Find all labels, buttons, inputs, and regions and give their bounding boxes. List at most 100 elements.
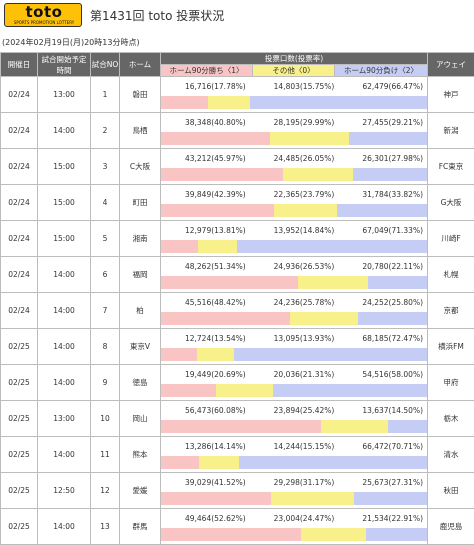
cell-home-team[interactable]: 徳島 [120,365,161,401]
cell-home-team[interactable]: 磐田 [120,77,161,113]
home-win-votes: 13,286(14.14%) [161,442,250,451]
home-lose-bar [234,348,427,361]
home-win-votes: 48,262(51.34%) [161,262,250,271]
cell-date: 02/24 [1,185,38,221]
draw-bar [270,132,350,145]
draw-votes: 29,298(31.17%) [250,478,339,487]
home-lose-votes: 13,637(14.50%) [338,406,427,415]
home-lose-bar [273,384,427,397]
home-lose-votes: 21,534(22.91%) [338,514,427,523]
cell-away-team[interactable]: 甲府 [428,365,474,401]
cell-match-no: 7 [91,293,120,329]
draw-bar [208,96,250,109]
cell-kickoff: 15:00 [38,185,91,221]
cell-date: 02/24 [1,257,38,293]
home-win-votes: 43,212(45.97%) [161,154,250,163]
header-date: 開催日 [1,53,38,77]
cell-kickoff: 13:00 [38,401,91,437]
cell-home-team[interactable]: 岡山 [120,401,161,437]
table-row: 02/2514:0013群馬49,464(52.62%)23,004(24.47… [1,509,474,545]
cell-home-team[interactable]: C大阪 [120,149,161,185]
home-lose-votes: 26,301(27.98%) [338,154,427,163]
cell-home-team[interactable]: 湘南 [120,221,161,257]
draw-votes: 20,036(21.31%) [250,370,339,379]
home-win-votes: 39,849(42.39%) [161,190,250,199]
home-lose-bar [388,420,427,433]
cell-home-team[interactable]: 鳥栖 [120,113,161,149]
home-win-bar [161,384,216,397]
cell-home-team[interactable]: 東京V [120,329,161,365]
table-body: 02/24 13:00 1磐田16,716(17.78%)14,803(15.75%… [1,77,474,545]
cell-vote-share: 19,449(20.69%)20,036(21.31%)54,516(58.00… [161,365,428,401]
cell-match-no: 12 [91,473,120,509]
vote-share-bar [161,132,427,145]
home-lose-votes: 62,479(66.47%) [338,82,427,91]
cell-date: 02/25 [1,473,38,509]
vote-share-values: 49,464(52.62%)23,004(24.47%)21,534(22.91… [161,509,427,528]
cell-vote-share: 39,029(41.52%)29,298(31.17%)25,673(27.31… [161,473,428,509]
cell-away-team[interactable]: 川崎F [428,221,474,257]
home-win-votes: 12,979(13.81%) [161,226,250,235]
cell-home-team[interactable]: 群馬 [120,509,161,545]
home-win-bar [161,204,274,217]
home-lose-votes: 66,472(70.71%) [338,442,427,451]
home-win-votes: 45,516(48.42%) [161,298,250,307]
table-row: 02/2414:007柏45,516(48.42%)24,236(25.78%)… [1,293,474,329]
cell-away-team[interactable]: 横浜FM [428,329,474,365]
cell-away-team[interactable]: 神戸 [428,77,474,113]
home-win-bar [161,132,270,145]
cell-match-no: 13 [91,509,120,545]
cell-vote-share: 39,849(42.39%)22,365(23.79%)31,784(33.82… [161,185,428,221]
home-lose-bar [337,204,427,217]
draw-votes: 23,004(24.47%) [250,514,339,523]
home-lose-bar [358,312,427,325]
cell-match-no: 6 [91,257,120,293]
cell-home-team[interactable]: 柏 [120,293,161,329]
cell-away-team[interactable]: 栃木 [428,401,474,437]
cell-away-team[interactable]: 秋田 [428,473,474,509]
home-lose-votes: 25,673(27.31%) [338,478,427,487]
home-lose-votes: 31,784(33.82%) [338,190,427,199]
table-row: 02/2414:006福岡48,262(51.34%)24,936(26.53%… [1,257,474,293]
page: toto SPORTS PROMOTION LOTTERY 第1431回 tot… [0,0,474,459]
cell-home-team[interactable]: 町田 [120,185,161,221]
draw-bar [321,420,389,433]
cell-away-team[interactable]: FC東京 [428,149,474,185]
cell-away-team[interactable]: 京都 [428,293,474,329]
cell-vote-share: 16,716(17.78%)14,803(15.75%)62,479(66.47… [161,77,428,113]
vote-share-values: 39,029(41.52%)29,298(31.17%)25,673(27.31… [161,473,427,492]
vote-share-bar [161,204,427,217]
vote-share-bar [161,420,427,433]
table-row: 02/2415:003C大阪43,212(45.97%)24,485(26.05… [1,149,474,185]
home-win-bar [161,276,298,289]
cell-vote-share: 12,979(13.81%)13,952(14.84%)67,049(71.33… [161,221,428,257]
update-timestamp: (2024年02月19日(月)20時13分時点) [2,37,140,48]
vote-share-values: 43,212(45.97%)24,485(26.05%)26,301(27.98… [161,149,427,168]
draw-votes: 23,894(25.42%) [250,406,339,415]
cell-date: 02/24 [1,113,38,149]
cell-date: 02/24 [1,221,38,257]
cell-away-team[interactable]: 鹿児島 [428,509,474,545]
draw-bar [199,456,239,469]
cell-home-team[interactable]: 熊本 [120,437,161,473]
table-row: 02/2514:009徳島19,449(20.69%)20,036(21.31%… [1,365,474,401]
draw-bar [197,348,234,361]
cell-date: 02/24 [1,149,38,185]
draw-bar [216,384,273,397]
cell-away-team[interactable]: 清水 [428,437,474,473]
cell-away-team[interactable]: G大阪 [428,185,474,221]
cell-home-team[interactable]: 福岡 [120,257,161,293]
vote-share-bar [161,96,427,109]
home-win-bar [161,528,301,541]
cell-home-team[interactable]: 愛媛 [120,473,161,509]
cell-vote-share: 38,348(40.80%)28,195(29.99%)27,455(29.21… [161,113,428,149]
cell-date: 02/25 [1,365,38,401]
cell-match-no: 1 [91,77,120,113]
vote-share-values: 12,724(13.54%)13,095(13.93%)68,185(72.47… [161,329,427,348]
cell-away-team[interactable]: 新潟 [428,113,474,149]
vote-share-values: 56,473(60.08%)23,894(25.42%)13,637(14.50… [161,401,427,420]
table-row: 02/2512:5012愛媛39,029(41.52%)29,298(31.17… [1,473,474,509]
vote-share-bar [161,348,427,361]
toto-logo[interactable]: toto SPORTS PROMOTION LOTTERY [4,3,82,27]
cell-away-team[interactable]: 札幌 [428,257,474,293]
